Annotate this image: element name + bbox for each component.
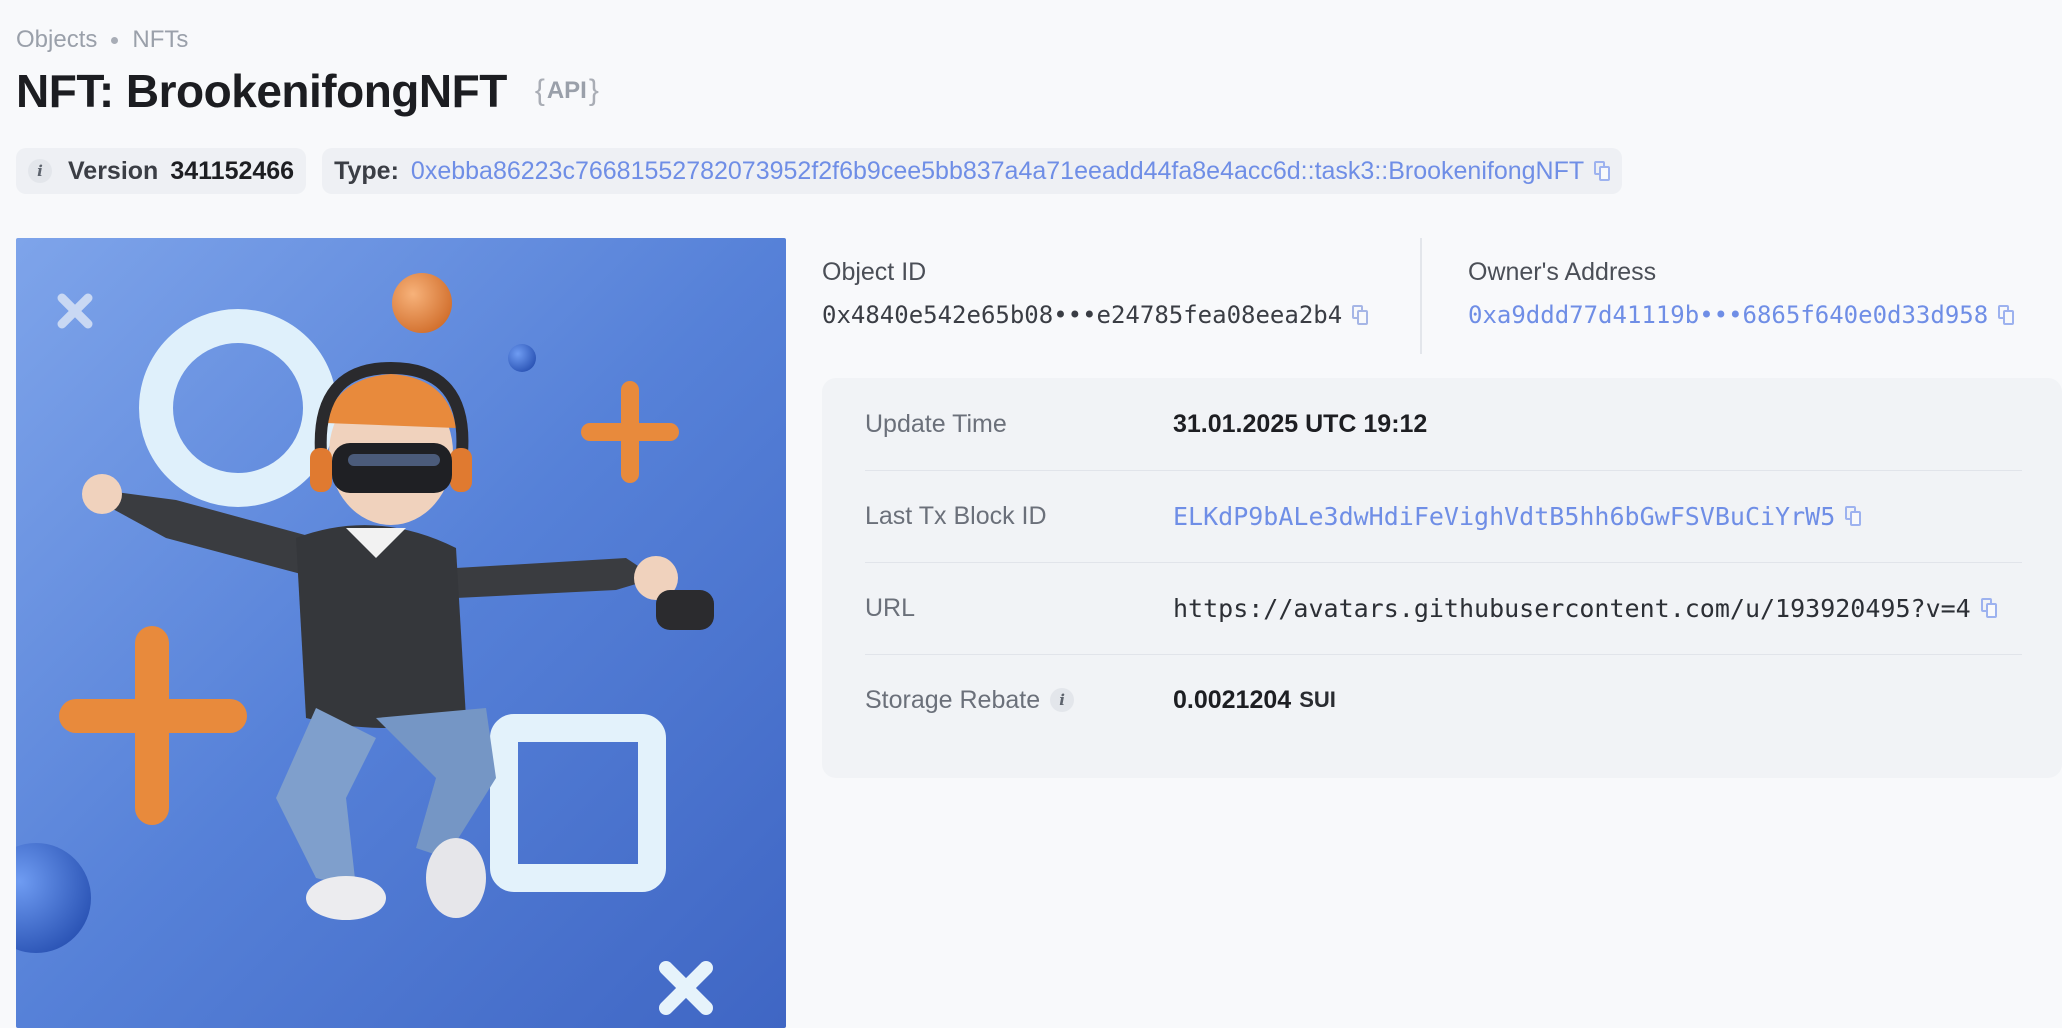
object-id-block: Object ID 0x4840e542e65b08•••e24785fea08… bbox=[822, 258, 1369, 329]
api-badge[interactable]: { API } bbox=[535, 74, 599, 108]
breadcrumb-item-objects[interactable]: Objects bbox=[16, 26, 97, 54]
object-id-value: 0x4840e542e65b08•••e24785fea08eea2b4 bbox=[822, 301, 1343, 329]
copy-icon[interactable] bbox=[1980, 598, 1997, 618]
last-tx-link[interactable]: ELKdP9bALe3dwHdiFeVighVdtB5hh6bGwFSVBuCi… bbox=[1173, 502, 1835, 531]
detail-row-url: URL https://avatars.githubusercontent.co… bbox=[865, 562, 2022, 655]
detail-row-storage-rebate: Storage Rebate i 0.0021204 SUI bbox=[865, 654, 2022, 746]
owner-address-block: Owner's Address 0xa9ddd77d41119b•••6865f… bbox=[1468, 258, 2015, 329]
copy-icon[interactable] bbox=[1352, 305, 1369, 325]
info-icon[interactable]: i bbox=[1050, 688, 1075, 712]
update-time-value: 31.01.2025 UTC 19:12 bbox=[1173, 409, 1428, 438]
page-title: NFT: BrookenifongNFT bbox=[16, 65, 507, 117]
owner-address-label: Owner's Address bbox=[1468, 258, 1657, 286]
version-pill: i Version 341152466 bbox=[16, 148, 307, 194]
version-label: Version bbox=[68, 156, 159, 185]
copy-icon[interactable] bbox=[1594, 161, 1611, 181]
nft-image bbox=[16, 238, 786, 1028]
storage-rebate-value: 0.0021204 bbox=[1173, 685, 1292, 714]
last-tx-label: Last Tx Block ID bbox=[865, 501, 1047, 530]
info-icon[interactable]: i bbox=[28, 159, 52, 183]
breadcrumb-separator bbox=[111, 36, 119, 44]
version-value: 341152466 bbox=[170, 156, 295, 185]
detail-row-update-time: Update Time 31.01.2025 UTC 19:12 bbox=[865, 378, 2022, 471]
storage-rebate-unit: SUI bbox=[1299, 687, 1336, 712]
object-id-row: 0x4840e542e65b08•••e24785fea08eea2b4 bbox=[822, 301, 1369, 329]
url-value: https://avatars.githubusercontent.com/u/… bbox=[1173, 593, 1971, 623]
api-brace-open: { bbox=[534, 74, 545, 107]
type-value-link[interactable]: 0xebba86223c76681552782073952f2f6b9cee5b… bbox=[411, 157, 1584, 186]
nft-artwork bbox=[16, 238, 786, 1028]
copy-icon[interactable] bbox=[1845, 506, 1862, 526]
details-panel: Update Time 31.01.2025 UTC 19:12 Last Tx… bbox=[822, 378, 2062, 778]
type-pill: Type: 0xebba86223c76681552782073952f2f6b… bbox=[322, 148, 1623, 194]
type-label: Type: bbox=[334, 156, 399, 185]
api-brace-close: } bbox=[588, 74, 599, 107]
breadcrumb: Objects NFTs bbox=[16, 26, 188, 54]
last-tx-row: ELKdP9bALe3dwHdiFeVighVdtB5hh6bGwFSVBuCi… bbox=[1173, 502, 1862, 531]
storage-rebate-label-group: Storage Rebate i bbox=[865, 686, 1173, 715]
title-row: NFT: BrookenifongNFT { API } bbox=[16, 64, 599, 118]
meta-row: i Version 341152466 Type: 0xebba86223c76… bbox=[16, 148, 1623, 194]
update-time-label: Update Time bbox=[865, 409, 1007, 438]
detail-row-last-tx: Last Tx Block ID ELKdP9bALe3dwHdiFeVighV… bbox=[865, 470, 2022, 563]
breadcrumb-item-nfts[interactable]: NFTs bbox=[132, 26, 188, 54]
api-label: API bbox=[546, 77, 587, 104]
object-id-label: Object ID bbox=[822, 258, 927, 286]
url-label: URL bbox=[865, 593, 916, 622]
id-section: Object ID 0x4840e542e65b08•••e24785fea08… bbox=[822, 238, 2062, 354]
vertical-divider bbox=[1420, 238, 1422, 354]
storage-rebate-label: Storage Rebate bbox=[865, 685, 1041, 714]
copy-icon[interactable] bbox=[1998, 305, 2015, 325]
url-row: https://avatars.githubusercontent.com/u/… bbox=[1173, 594, 1997, 623]
owner-address-link[interactable]: 0xa9ddd77d41119b•••6865f640e0d33d958 bbox=[1468, 301, 1988, 329]
storage-rebate-row: 0.0021204 SUI bbox=[1173, 686, 1336, 715]
owner-address-row: 0xa9ddd77d41119b•••6865f640e0d33d958 bbox=[1468, 301, 2015, 329]
